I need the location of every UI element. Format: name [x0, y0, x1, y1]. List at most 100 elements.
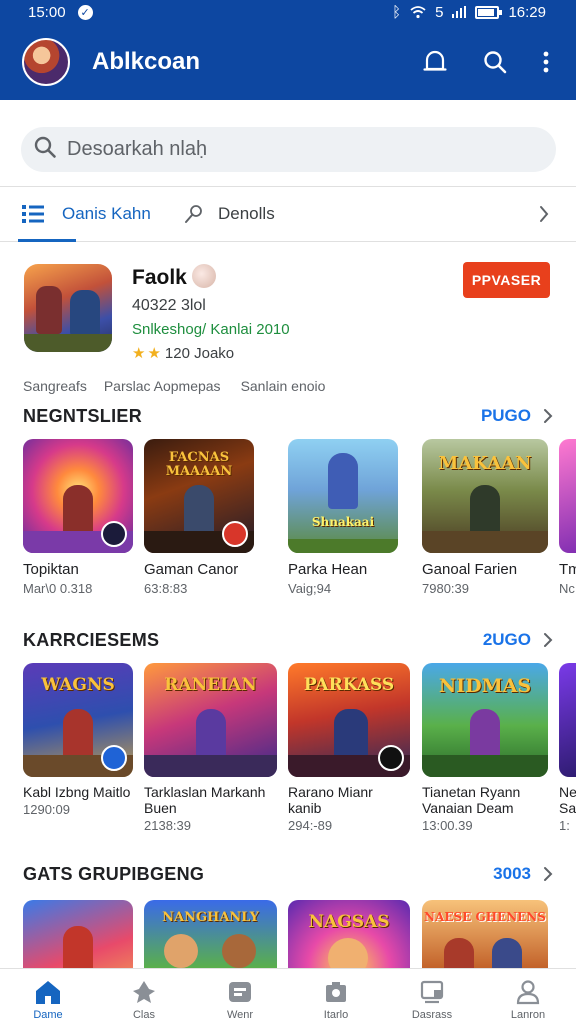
section-more-link[interactable]: 3003	[493, 864, 531, 884]
game-title: Tianetan Ryann Vanaian Deam	[422, 784, 521, 816]
game-thumbnail: RANEIAN	[144, 663, 277, 777]
star-icon: ★	[132, 345, 146, 362]
game-title: Tarklaslan Markanh Buen	[144, 784, 266, 816]
chevron-right-icon[interactable]	[543, 408, 553, 424]
tag-chip[interactable]: Sangreafs	[23, 378, 87, 394]
game-card[interactable]: PARKASS Rarano Mianr kanib 294:-89	[288, 663, 410, 833]
developer-badge-icon	[192, 264, 216, 288]
bell-icon[interactable]	[422, 49, 448, 75]
nav-label: Lanron	[510, 1009, 546, 1021]
game-card[interactable]: WAGNS Kabl Izbng Maitlo 1290:09	[23, 663, 133, 817]
library-icon	[420, 980, 444, 1004]
status-time-right: 16:29	[508, 3, 546, 21]
featured-app[interactable]: Faolk 40322 3lol Snlkeshog/ Kanlai 2010 …	[22, 262, 556, 372]
home-icon	[36, 981, 60, 1004]
game-subtitle: 13:00.39	[422, 818, 473, 833]
camera-icon	[326, 982, 346, 1002]
game-title: Ganoal Farien	[422, 561, 518, 578]
platform-badge-icon	[378, 745, 404, 771]
tag-chip[interactable]: Sanlain enoio	[241, 378, 326, 394]
game-subtitle: 1:	[559, 818, 570, 833]
game-card[interactable]: Ne Sa 1:	[559, 663, 576, 833]
battery-icon	[475, 5, 503, 19]
section-title: GATS GRUPIBGENG	[23, 863, 205, 884]
section-more-link[interactable]: 2UGO	[483, 630, 531, 650]
chevron-right-icon[interactable]	[538, 204, 550, 229]
more-vert-icon[interactable]	[542, 50, 550, 74]
game-subtitle: 294:-89	[288, 818, 333, 833]
game-subtitle: 7980:39	[422, 581, 469, 596]
nav-item-camera[interactable]: Itarlo	[288, 969, 384, 1024]
section-title: NEGNTSLIER	[23, 405, 143, 426]
platform-badge-icon	[222, 521, 248, 547]
game-art-title: FACNAS MAAAAN	[165, 450, 233, 479]
game-art-title: NANGHANLY	[162, 910, 259, 925]
search-bar[interactable]	[21, 127, 556, 172]
nav-label: Dame	[33, 1009, 63, 1021]
nav-item-profile[interactable]: Lanron	[480, 969, 576, 1024]
chevron-right-icon[interactable]	[543, 632, 553, 648]
game-title: Gaman Canor	[144, 561, 239, 578]
games-icon	[133, 981, 155, 1003]
tag-row: Sangreafs Parslac Aopmepas Sanlain enoio	[23, 378, 342, 394]
game-card[interactable]: Topiktan Mar\0 0.318	[23, 439, 133, 596]
game-art-title: WAGNS	[41, 675, 115, 695]
featured-title: Faolk	[132, 266, 187, 289]
game-card[interactable]: FACNAS MAAAAN Gaman Canor 63:8:83	[144, 439, 254, 596]
game-subtitle: 63:8:83	[144, 581, 188, 596]
section-header: GATS GRUPIBGENG 3003	[23, 861, 553, 887]
game-thumbnail	[559, 663, 576, 777]
game-title: Tm	[559, 561, 576, 578]
app-title: Ablkcoan	[92, 48, 201, 75]
nav-item-home[interactable]: Dame	[0, 969, 96, 1024]
section-header: NEGNTSLIER PUGO	[23, 403, 553, 429]
nav-label: Itarlo	[323, 1009, 349, 1021]
section-more-link[interactable]: PUGO	[481, 406, 531, 426]
search-icon[interactable]	[482, 49, 508, 75]
nav-label: Dasrass	[411, 1009, 453, 1021]
game-art-title: MAKAAN	[438, 453, 532, 474]
game-title: Ne Sa	[559, 784, 576, 816]
signal-text: 5	[435, 3, 444, 21]
featured-app-icon	[24, 264, 112, 352]
platform-badge-icon	[101, 745, 127, 771]
game-card[interactable]: Shnakaai Parka Hean Vaig;94	[288, 439, 398, 596]
search-input[interactable]	[67, 138, 517, 161]
tab-categories[interactable]: Oanis Kahn	[0, 187, 160, 242]
game-subtitle: 2138:39	[144, 818, 191, 833]
list-icon	[22, 205, 44, 223]
pin-icon	[185, 205, 202, 223]
status-bar: 15:00 ✓ ᛒ 5 16:29	[0, 0, 576, 24]
game-thumbnail: WAGNS	[23, 663, 133, 777]
app-bar: Ablkcoan	[0, 24, 576, 100]
featured-meta: 40322 3lol	[132, 297, 206, 314]
app-logo[interactable]	[22, 38, 70, 86]
platform-badge-icon	[101, 521, 127, 547]
game-art-title: NAGSAS	[308, 912, 390, 932]
install-button[interactable]: PPVASER	[463, 262, 550, 298]
tag-chip[interactable]: Parslac Aopmepas	[104, 378, 221, 394]
nav-item-apps[interactable]: Wenr	[192, 969, 288, 1024]
game-art-title: NAESE GHENENS	[424, 910, 546, 924]
game-title: Parka Hean	[288, 561, 368, 578]
apps-icon	[229, 982, 251, 1002]
game-subtitle: 1290:09	[23, 802, 70, 817]
game-thumbnail	[23, 439, 133, 553]
tab-details[interactable]: Denolls	[160, 187, 275, 241]
section-header: KARRCIESEMS 2UGO	[23, 627, 553, 653]
game-card[interactable]: NIDMAS Tianetan Ryann Vanaian Deam 13:00…	[422, 663, 548, 833]
tab-label: Oanis Kahn	[62, 204, 151, 223]
game-card[interactable]: RANEIAN Tarklaslan Markanh Buen 2138:39	[144, 663, 277, 833]
game-card[interactable]: Tm Nc	[559, 439, 576, 596]
nav-item-library[interactable]: Dasrass	[384, 969, 480, 1024]
bottom-navigation: Dame Clas Wenr Itarlo Dasrass Lanron	[0, 968, 576, 1024]
game-card[interactable]: MAKAAN Ganoal Farien 7980:39	[422, 439, 548, 596]
nav-item-games[interactable]: Clas	[96, 969, 192, 1024]
section-title: KARRCIESEMS	[23, 629, 160, 650]
featured-rating: ★ ★ 120 Joako	[132, 344, 235, 363]
wifi-icon	[410, 6, 426, 19]
chevron-right-icon[interactable]	[543, 866, 553, 882]
rating-text: 120 Joako	[164, 344, 235, 362]
star-icon: ★	[147, 345, 161, 362]
game-title: Rarano Mianr kanib	[288, 784, 373, 816]
